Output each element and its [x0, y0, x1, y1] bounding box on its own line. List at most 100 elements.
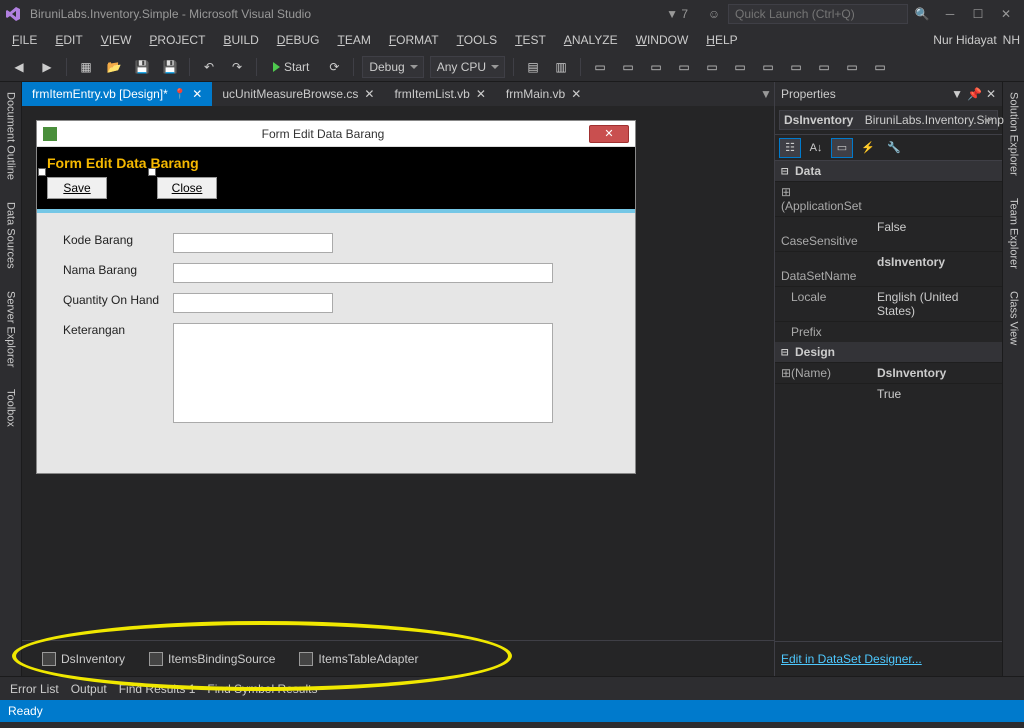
- menu-build[interactable]: BUILD: [215, 31, 266, 49]
- feedback-icon[interactable]: ☺: [700, 3, 728, 25]
- menu-tools[interactable]: TOOLS: [449, 31, 505, 49]
- save-form-button[interactable]: Save: [47, 177, 107, 199]
- close-form-button[interactable]: Close: [157, 177, 217, 199]
- layout-icon[interactable]: ▭: [729, 56, 751, 78]
- layout-icon[interactable]: ▭: [869, 56, 891, 78]
- close-tab-icon[interactable]: ✕: [192, 87, 202, 101]
- close-tab-icon[interactable]: ✕: [364, 87, 374, 101]
- menu-debug[interactable]: DEBUG: [269, 31, 328, 49]
- layout-icon[interactable]: ▭: [785, 56, 807, 78]
- edit-dataset-link[interactable]: Edit in DataSet Designer...: [775, 641, 1002, 676]
- property-row[interactable]: GenerateMembTrue: [775, 383, 1002, 401]
- menu-view[interactable]: VIEW: [93, 31, 140, 49]
- nav-back-icon[interactable]: ◀: [8, 56, 30, 78]
- rail-toolbox[interactable]: Toolbox: [3, 383, 19, 433]
- property-row[interactable]: ⊞(Name)DsInventory: [775, 362, 1002, 383]
- user-avatar[interactable]: NH: [1003, 33, 1020, 47]
- component-dsinventory[interactable]: DsInventory: [42, 652, 125, 666]
- redo-icon[interactable]: ↷: [226, 56, 248, 78]
- undo-icon[interactable]: ↶: [198, 56, 220, 78]
- layout-icon[interactable]: ▭: [589, 56, 611, 78]
- toolwindow-tab[interactable]: Find Results 1: [119, 682, 196, 696]
- layout-icon[interactable]: ▭: [757, 56, 779, 78]
- layout-icon[interactable]: ▭: [617, 56, 639, 78]
- kode-barang-input[interactable]: [173, 233, 333, 253]
- layout-icon[interactable]: ▭: [673, 56, 695, 78]
- menu-test[interactable]: TEST: [507, 31, 554, 49]
- start-button[interactable]: Start: [265, 56, 317, 78]
- pin-icon[interactable]: 📍: [174, 89, 186, 100]
- align-icon[interactable]: ▥: [550, 56, 572, 78]
- menu-edit[interactable]: EDIT: [47, 31, 90, 49]
- close-button[interactable]: ✕: [992, 3, 1020, 25]
- document-tab[interactable]: frmItemList.vb✕: [384, 82, 495, 106]
- layout-icon[interactable]: ▭: [841, 56, 863, 78]
- layout-icon[interactable]: ▭: [645, 56, 667, 78]
- property-object-selector[interactable]: DsInventory BiruniLabs.Inventory.Simp: [775, 106, 1002, 135]
- start-options-icon[interactable]: ⟳: [323, 56, 345, 78]
- menu-format[interactable]: FORMAT: [381, 31, 447, 49]
- keterangan-textarea[interactable]: [173, 323, 553, 423]
- menu-window[interactable]: WINDOW: [628, 31, 697, 49]
- property-category[interactable]: ⊟Design: [775, 342, 1002, 362]
- rail-solution-explorer[interactable]: Solution Explorer: [1006, 86, 1022, 182]
- alphabetical-view-icon[interactable]: A↓: [805, 138, 827, 158]
- notification-flag[interactable]: ▼ 7: [666, 7, 688, 21]
- property-row[interactable]: ⊞(ApplicationSet: [775, 181, 1002, 216]
- property-row[interactable]: LocaleEnglish (United States): [775, 286, 1002, 321]
- toolwindow-tab[interactable]: Find Symbol Results: [207, 682, 317, 696]
- chevron-down-icon[interactable]: ▼: [951, 87, 963, 101]
- new-project-icon[interactable]: ▦: [75, 56, 97, 78]
- platform-dropdown[interactable]: Any CPU: [430, 56, 505, 78]
- search-icon[interactable]: 🔍: [908, 3, 936, 25]
- nav-fwd-icon[interactable]: ▶: [36, 56, 58, 78]
- rail-class-view[interactable]: Class View: [1006, 285, 1022, 351]
- menu-file[interactable]: FILE: [4, 31, 45, 49]
- toolwindow-tab[interactable]: Output: [71, 682, 107, 696]
- rail-data-sources[interactable]: Data Sources: [3, 196, 19, 275]
- document-tab[interactable]: frmItemEntry.vb [Design]*📍✕: [22, 82, 212, 106]
- form-close-button[interactable]: ✕: [589, 125, 629, 143]
- close-tab-icon[interactable]: ✕: [476, 87, 486, 101]
- config-dropdown[interactable]: Debug: [362, 56, 423, 78]
- menu-project[interactable]: PROJECT: [141, 31, 213, 49]
- rail-team-explorer[interactable]: Team Explorer: [1006, 192, 1022, 275]
- user-name[interactable]: Nur Hidayat: [933, 33, 996, 47]
- property-row[interactable]: CaseSensitiveFalse: [775, 216, 1002, 251]
- menu-team[interactable]: TEAM: [329, 31, 378, 49]
- property-row[interactable]: Prefix: [775, 321, 1002, 342]
- designed-form[interactable]: Form Edit Data Barang ✕ Form Edit Data B…: [36, 120, 636, 474]
- pin-icon[interactable]: 📌: [967, 87, 982, 101]
- align-icon[interactable]: ▤: [522, 56, 544, 78]
- save-all-icon[interactable]: 💾: [159, 56, 181, 78]
- close-tab-icon[interactable]: ✕: [571, 87, 581, 101]
- categorized-view-icon[interactable]: ☷: [779, 138, 801, 158]
- document-tab[interactable]: ucUnitMeasureBrowse.cs✕: [212, 82, 384, 106]
- save-icon[interactable]: 💾: [131, 56, 153, 78]
- rail-server-explorer[interactable]: Server Explorer: [3, 285, 19, 373]
- component-tray[interactable]: DsInventory ItemsBindingSource ItemsTableA…: [22, 640, 774, 676]
- quantity-input[interactable]: [173, 293, 333, 313]
- property-pages-icon[interactable]: 🔧: [883, 138, 905, 158]
- menu-help[interactable]: HELP: [698, 31, 745, 49]
- nama-barang-input[interactable]: [173, 263, 553, 283]
- menu-analyze[interactable]: ANALYZE: [556, 31, 626, 49]
- property-category[interactable]: ⊟Data: [775, 161, 1002, 181]
- toolwindow-tab[interactable]: Error List: [10, 682, 59, 696]
- property-row[interactable]: DataSetNamedsInventory: [775, 251, 1002, 286]
- tab-overflow-icon[interactable]: ▼: [758, 82, 774, 106]
- open-file-icon[interactable]: 📂: [103, 56, 125, 78]
- layout-icon[interactable]: ▭: [701, 56, 723, 78]
- document-tab[interactable]: frmMain.vb✕: [496, 82, 591, 106]
- layout-icon[interactable]: ▭: [813, 56, 835, 78]
- minimize-button[interactable]: ─: [936, 3, 964, 25]
- properties-page-icon[interactable]: ▭: [831, 138, 853, 158]
- component-itemstableadapter[interactable]: ItemsTableAdapter: [299, 652, 418, 666]
- component-itemsbindingsource[interactable]: ItemsBindingSource: [149, 652, 275, 666]
- quick-launch-input[interactable]: [728, 4, 908, 24]
- events-icon[interactable]: ⚡: [857, 138, 879, 158]
- maximize-button[interactable]: ☐: [964, 3, 992, 25]
- rail-document-outline[interactable]: Document Outline: [3, 86, 19, 186]
- form-designer[interactable]: Form Edit Data Barang ✕ Form Edit Data B…: [22, 106, 774, 640]
- close-icon[interactable]: ✕: [986, 87, 996, 101]
